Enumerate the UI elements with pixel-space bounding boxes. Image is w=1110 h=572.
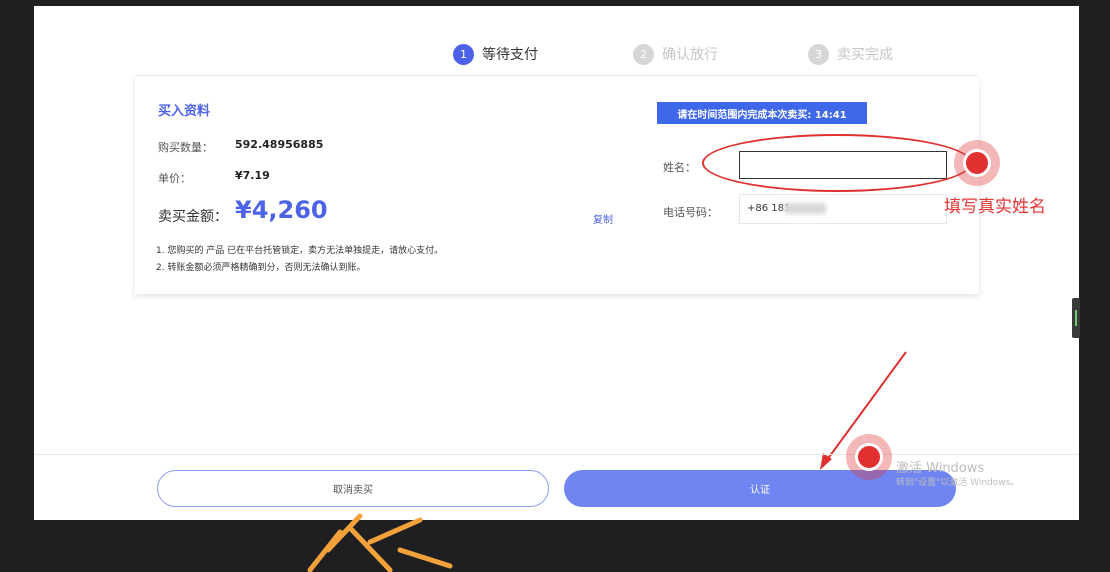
watermark-line-2: 转到"设置"以激活 Windows。	[896, 478, 1020, 488]
notice-line-1: 1. 您购买的 产品 已在平台托管锁定，卖方无法单独提走，请放心支付。	[156, 246, 444, 256]
annotation-marker-button	[846, 434, 892, 480]
notice-line-2: 2. 转账金额必须严格精确到分，否则无法确认到账。	[156, 263, 366, 273]
phone-field[interactable]: +86 181	[739, 194, 947, 224]
unit-price-label: 单价：	[158, 172, 191, 185]
windows-activation-watermark: 激活 Windows 转到"设置"以激活 Windows。	[896, 462, 1019, 490]
footer-divider	[34, 454, 1079, 455]
progress-stepper: 1 等待支付 2 确认放行 3 卖买完成	[34, 39, 1079, 69]
countdown-banner: 请在时间范围内完成本次卖买: 14:41	[657, 102, 867, 124]
unit-price-value: ¥7.19	[235, 169, 270, 182]
annotation-label: 填写真实姓名	[944, 197, 1046, 217]
step-number-3: 3	[808, 43, 829, 65]
side-handle[interactable]	[1072, 298, 1080, 338]
phone-label: 电话号码：	[663, 206, 718, 219]
copy-amount-link[interactable]: 复制	[593, 211, 613, 226]
cancel-trade-button[interactable]: 取消卖买	[157, 470, 549, 507]
total-amount-value: ¥4,260	[235, 196, 328, 224]
quantity-label: 购买数量：	[158, 141, 213, 154]
step-label-1: 等待支付	[482, 47, 538, 63]
step-label-3: 卖买完成	[837, 47, 893, 63]
name-label: 姓名：	[663, 161, 696, 174]
watermark-line-1: 激活 Windows	[896, 461, 985, 476]
bottom-watermark-mark	[307, 513, 453, 572]
annotation-ellipse	[702, 134, 972, 192]
step-waiting-payment: 1 等待支付	[453, 39, 538, 69]
annotation-marker-name	[954, 140, 1000, 186]
total-amount-label: 卖买金额：	[158, 209, 228, 225]
step-number-2: 2	[633, 43, 654, 65]
step-label-2: 确认放行	[662, 47, 718, 63]
order-info-title: 买入资料	[158, 104, 211, 119]
order-page: 1 等待支付 2 确认放行 3 卖买完成 买入资料 购买数量： 592.4895…	[34, 6, 1079, 520]
quantity-value: 592.48956885	[235, 138, 324, 151]
step-trade-complete: 3 卖买完成	[808, 39, 893, 69]
step-confirm-release: 2 确认放行	[633, 39, 718, 69]
step-number-1: 1	[453, 43, 474, 65]
phone-redaction	[784, 203, 826, 214]
